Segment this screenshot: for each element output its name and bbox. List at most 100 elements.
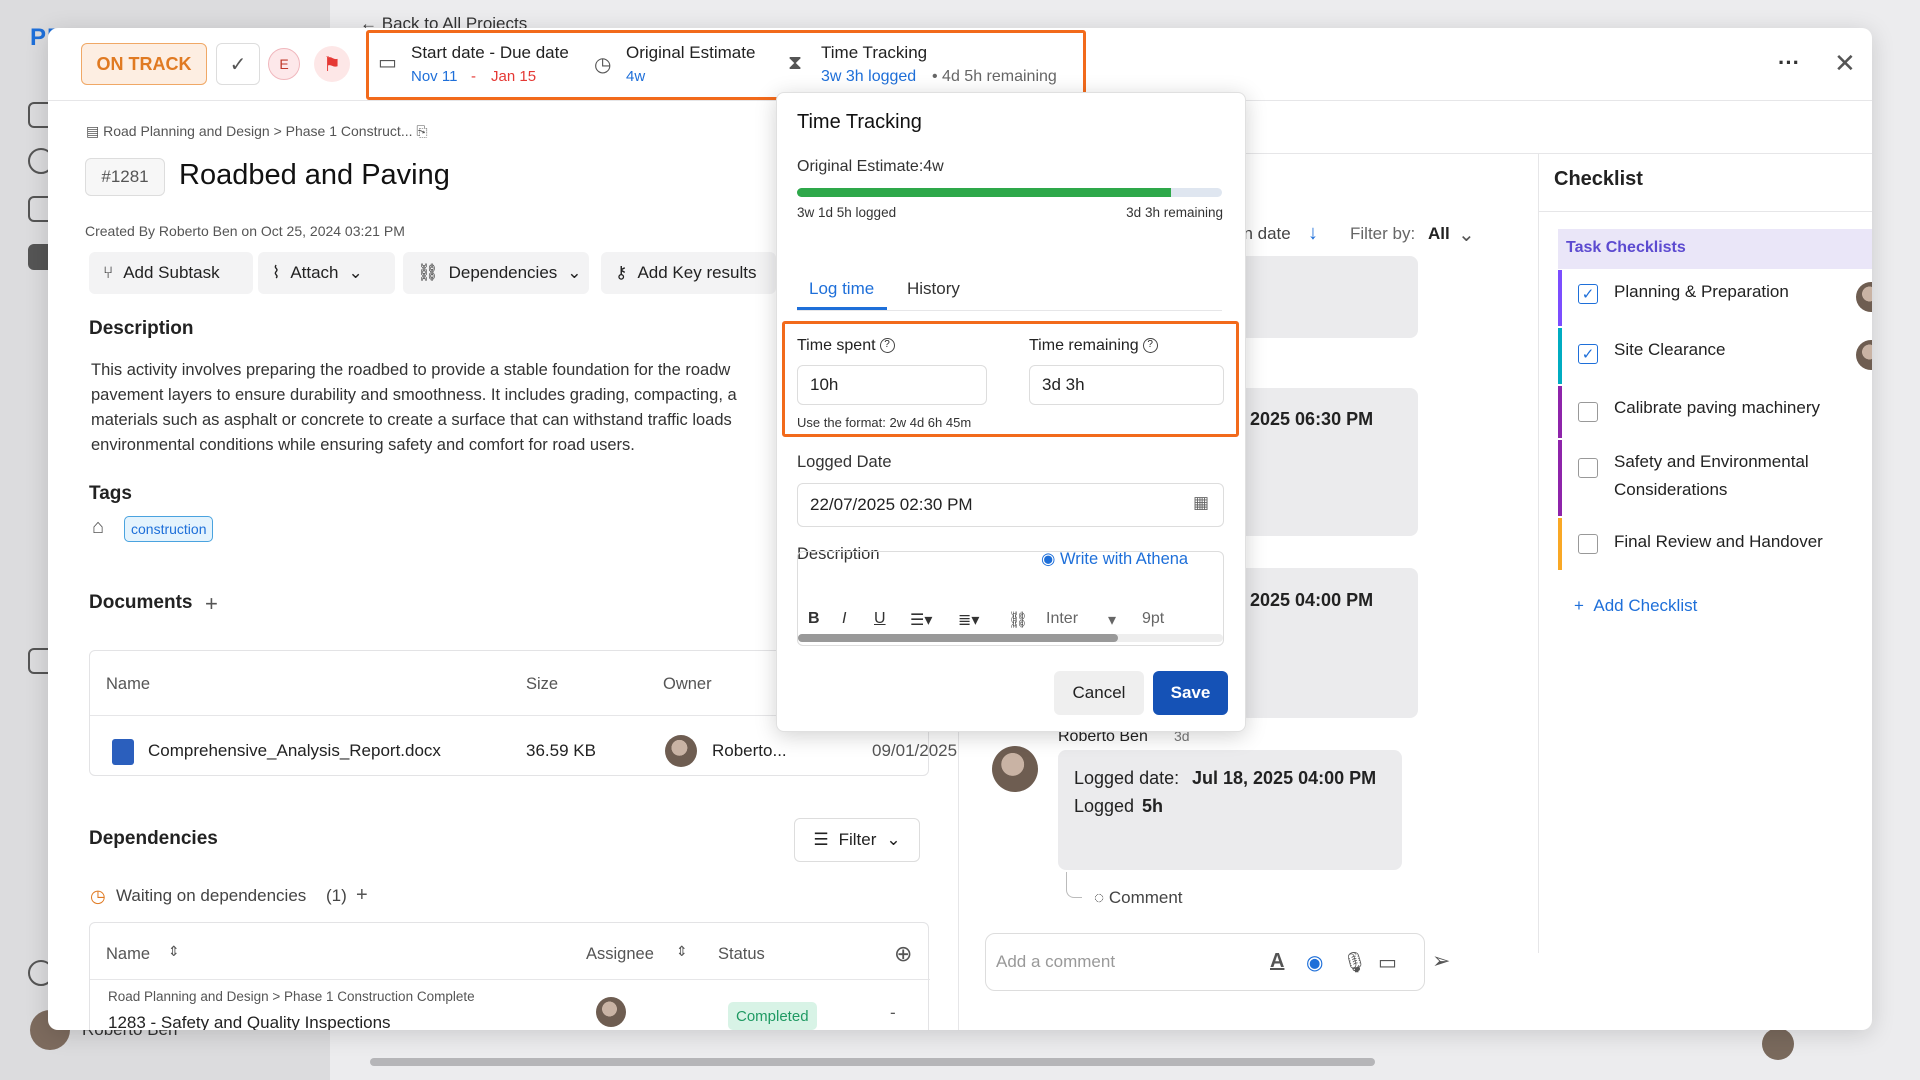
tag-chip[interactable]: construction	[124, 516, 214, 542]
key-results-label: Add Key results	[637, 263, 757, 282]
time-spent-label-text: Time spent	[797, 337, 876, 354]
text-format-icon[interactable]: A	[1270, 950, 1284, 973]
checkbox[interactable]	[1578, 534, 1598, 554]
checkbox[interactable]	[1578, 458, 1598, 478]
tracking-label[interactable]: Time Tracking	[821, 43, 927, 63]
assignee-avatar[interactable]: E	[268, 48, 300, 80]
checkbox[interactable]	[1578, 402, 1598, 422]
comment-link[interactable]: ◌ Comment	[1094, 888, 1183, 908]
owner-avatar	[665, 735, 697, 767]
dep-header-name: Name	[106, 945, 151, 963]
add-subtask-button[interactable]: ⑂ Add Subtask	[89, 252, 253, 294]
sort-icon[interactable]: ⇕	[676, 943, 688, 960]
checklist-item[interactable]: Safety and Environmental Considerations	[1558, 440, 1872, 516]
help-icon[interactable]: ?	[1142, 338, 1158, 354]
time-remaining-label: Time remaining?	[1029, 337, 1158, 355]
popover-estimate: Original Estimate:4w	[797, 158, 944, 175]
tab-history[interactable]: History	[907, 279, 960, 299]
checkbox[interactable]: ✓	[1578, 284, 1598, 304]
filter-label: Filter	[838, 830, 877, 849]
checklist-top-divider	[1538, 153, 1872, 154]
chevron-down-icon[interactable]: ⌄	[1458, 222, 1475, 247]
comment-icon: ◌	[1094, 888, 1105, 907]
cancel-button[interactable]: Cancel	[1054, 671, 1144, 715]
italic-icon[interactable]: I	[842, 610, 846, 628]
time-spent-input[interactable]: 10h	[797, 365, 987, 405]
status-button[interactable]: ON TRACK	[81, 43, 207, 85]
chevron-down-icon[interactable]: ▾	[1108, 610, 1116, 630]
breadcrumb-text: Road Planning and Design > Phase 1 Const…	[103, 123, 413, 139]
arrow-down-icon[interactable]: ↓	[1308, 222, 1318, 245]
save-button[interactable]: Save	[1153, 671, 1228, 715]
mark-complete-button[interactable]: ✓	[216, 43, 260, 85]
font-size-select[interactable]: 9pt	[1142, 610, 1164, 628]
checklist-item[interactable]: Calibrate paving machinery	[1558, 386, 1872, 438]
underline-icon[interactable]: U	[874, 610, 886, 628]
add-subtask-label: Add Subtask	[123, 263, 220, 282]
dep-name[interactable]: 1283 - Safety and Quality Inspections	[108, 1013, 391, 1030]
comment-link-label: Comment	[1108, 888, 1183, 907]
start-date[interactable]: Nov 11	[411, 68, 457, 85]
horizontal-scrollbar[interactable]	[370, 1058, 1375, 1066]
time-progress-fill	[797, 188, 1171, 197]
more-options-button[interactable]: ···	[1778, 50, 1800, 76]
logged-date-input[interactable]: 22/07/2025 02:30 PM ▦	[797, 483, 1224, 527]
checklist-item-label: Site Clearance	[1614, 340, 1726, 359]
popover-title: Time Tracking	[797, 111, 922, 133]
add-checklist-button[interactable]: + Add Checklist	[1574, 596, 1697, 616]
add-key-results-button[interactable]: ⚷ Add Key results	[601, 252, 776, 294]
checklist-item[interactable]: Final Review and Handover	[1558, 518, 1872, 570]
estimate-label[interactable]: Original Estimate	[626, 43, 755, 63]
add-document-icon[interactable]: +	[205, 591, 218, 617]
dependencies-label: Dependencies	[448, 263, 558, 282]
comment-input[interactable]: Add a comment A ◉ 🎙 ▭	[985, 933, 1425, 991]
checklist-group-header[interactable]: Task Checklists	[1558, 229, 1872, 269]
numbered-list-icon[interactable]: ≣▾	[958, 610, 979, 630]
breadcrumb[interactable]: ▤ Road Planning and Design > Phase 1 Con…	[86, 123, 428, 140]
estimate-value[interactable]: 4w	[626, 68, 645, 85]
due-date[interactable]: Jan 15	[491, 68, 536, 85]
bullet-list-icon[interactable]: ☰▾	[910, 610, 932, 630]
progress-logged: 3w 1d 5h logged	[797, 205, 897, 220]
tab-log-time[interactable]: Log time	[809, 279, 874, 299]
priority-flag-button[interactable]: ⚑	[314, 46, 350, 82]
dependencies-button[interactable]: ⛓ Dependencies ⌄	[403, 252, 589, 294]
dependencies-filter-button[interactable]: ☰ Filter ⌄	[794, 818, 920, 862]
add-circle-icon[interactable]: ⊕	[894, 941, 912, 967]
waiting-count: (1)	[326, 886, 347, 905]
entry3-logged-date: Jul 18, 2025 04:00 PM	[1192, 768, 1377, 788]
attach-button[interactable]: ⌇ Attach ⌄	[258, 252, 395, 294]
close-button[interactable]: ✕	[1834, 48, 1856, 79]
check-icon: ✓	[1581, 286, 1595, 303]
link-icon[interactable]: ⛓	[1008, 610, 1028, 630]
font-select[interactable]: Inter	[1046, 610, 1078, 628]
video-icon[interactable]: ▭	[1378, 950, 1397, 975]
filter-by-value[interactable]: All	[1428, 224, 1450, 244]
time-remaining-input[interactable]: 3d 3h	[1029, 365, 1224, 405]
add-dependency-icon[interactable]: +	[356, 884, 368, 907]
tracking-logged[interactable]: 3w 3h logged	[821, 68, 916, 86]
checkbox[interactable]: ✓	[1578, 344, 1598, 364]
dates-label[interactable]: Start date - Due date	[411, 43, 569, 63]
editor-scrollbar-thumb[interactable]	[798, 634, 1118, 642]
checklist-group-label: Task Checklists	[1566, 239, 1686, 256]
copy-link-icon[interactable]: ⎘	[416, 123, 427, 139]
dep-divider	[90, 979, 930, 980]
description-heading: Description	[89, 318, 194, 339]
filter-by-label: Filter by:	[1350, 224, 1416, 243]
checklist-item[interactable]: ✓ Planning & Preparation	[1558, 270, 1872, 326]
calendar-icon[interactable]: ▦	[1193, 493, 1209, 513]
hourglass-icon: ⧗	[788, 52, 803, 74]
description-text[interactable]: This activity involves preparing the roa…	[91, 358, 831, 458]
sort-icon[interactable]: ⇕	[168, 943, 180, 960]
close-icon: ✕	[1834, 48, 1856, 78]
bold-icon[interactable]: B	[808, 610, 820, 628]
athena-icon[interactable]: ◉	[1306, 950, 1323, 975]
page-title[interactable]: Roadbed and Paving	[179, 159, 450, 192]
send-icon[interactable]: ➢	[1432, 948, 1450, 974]
doc-name[interactable]: Comprehensive_Analysis_Report.docx	[148, 741, 441, 761]
description-editor[interactable]: B I U ☰▾ ≣▾ ⛓ Inter ▾ 9pt	[797, 551, 1224, 646]
checklist-item[interactable]: ✓ Site Clearance	[1558, 328, 1872, 384]
help-icon[interactable]: ?	[879, 338, 895, 354]
microphone-icon[interactable]: 🎙	[1342, 950, 1367, 975]
